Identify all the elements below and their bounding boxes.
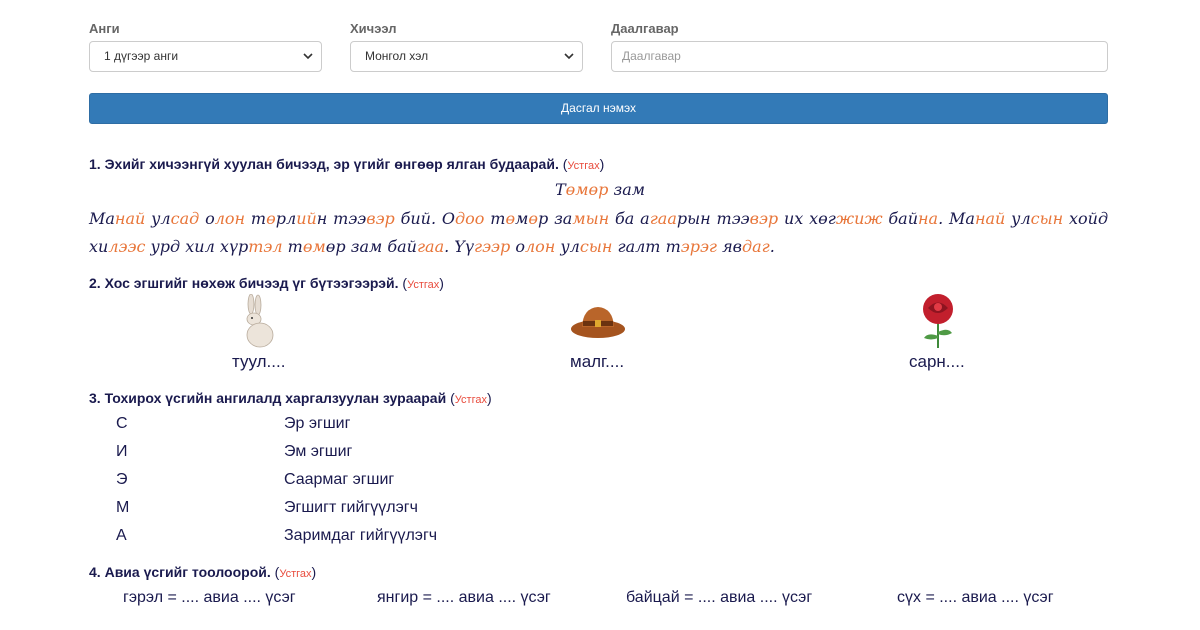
sound-count-item: сүх = .... авиа .... үсэг (897, 589, 1054, 606)
task-placeholder: Даалгавар (622, 49, 681, 63)
task-input[interactable]: Даалгавар (611, 41, 1108, 72)
letter-item: М (116, 499, 130, 516)
question-number: 1. (89, 156, 101, 172)
delete-link[interactable]: Устгах (455, 394, 487, 406)
question-text: Хос эгшгийг нөхөж бичээд үг бүтээгээрэй. (104, 275, 399, 291)
rabbit-icon (246, 294, 274, 348)
question-number: 2. (89, 275, 101, 291)
question-text: Тохирох үсгийн ангилалд харгалзуулан зур… (104, 390, 447, 406)
task-field: Даалгавар (611, 20, 679, 40)
story-text: Манай улсад олон төрлийн тээвэр бий. Одо… (89, 209, 1109, 256)
question-text: Авиа үсгийг тоолоорой. (104, 564, 271, 580)
chevron-down-icon (564, 53, 574, 60)
delete-link[interactable]: Устгах (279, 568, 311, 580)
question-3-title: 3. Тохирох үсгийн ангилалд харгалзуулан … (89, 390, 492, 406)
grade-value: 1 дүгээр анги (104, 49, 179, 63)
picture-label: туул.... (232, 352, 286, 371)
filters-bar: Анги 1 дүгээр анги Хичээл Монгол хэл Даа… (89, 20, 1108, 76)
category-item: Эгшигт гийгүүлэгч (284, 499, 418, 516)
question-text: Эхийг хичээнгүй хуулан бичээд, эр үгийг … (104, 156, 559, 172)
task-label: Даалгавар (611, 21, 679, 36)
category-item: Заримдаг гийгүүлэгч (284, 527, 438, 544)
sound-count-item: байцай = .... авиа .... үсэг (626, 589, 813, 606)
subject-field: Хичээл (350, 20, 397, 40)
subject-label: Хичээл (350, 21, 397, 36)
grade-field: Анги (89, 20, 120, 40)
question-2-title: 2. Хос эгшгийг нөхөж бичээд үг бүтээгээр… (89, 275, 444, 291)
question-4-title: 4. Авиа үсгийг тоолоорой. (Устгах) (89, 564, 317, 580)
grade-label: Анги (89, 21, 120, 36)
category-item: Эм эгшиг (284, 443, 353, 460)
picture-label: сарн.... (909, 352, 965, 371)
hat-icon (571, 307, 625, 338)
sound-count-item: гэрэл = .... авиа .... үсэг (123, 589, 296, 606)
add-exercise-button[interactable]: Дасгал нэмэх (89, 93, 1108, 124)
grade-select[interactable]: 1 дүгээр анги (89, 41, 322, 72)
subject-select[interactable]: Монгол хэл (350, 41, 583, 72)
letter-item: А (116, 527, 127, 544)
category-item: Эр эгшиг (284, 415, 351, 432)
sound-count-item: янгир = .... авиа .... үсэг (377, 589, 551, 606)
story-title: Төмөр зам (554, 180, 646, 199)
rose-icon (923, 294, 953, 348)
subject-value: Монгол хэл (365, 49, 429, 63)
letter-item: И (116, 443, 128, 460)
delete-link[interactable]: Устгах (407, 279, 439, 291)
delete-link[interactable]: Устгах (567, 160, 599, 172)
letter-item: Э (116, 471, 128, 488)
question-number: 3. (89, 390, 101, 406)
question-1-title: 1. Эхийг хичээнгүй хуулан бичээд, эр үги… (89, 156, 605, 172)
chevron-down-icon (303, 53, 313, 60)
letter-item: С (116, 415, 128, 432)
question-number: 4. (89, 564, 101, 580)
category-item: Саармаг эгшиг (284, 471, 395, 488)
picture-label: малг.... (570, 352, 625, 371)
